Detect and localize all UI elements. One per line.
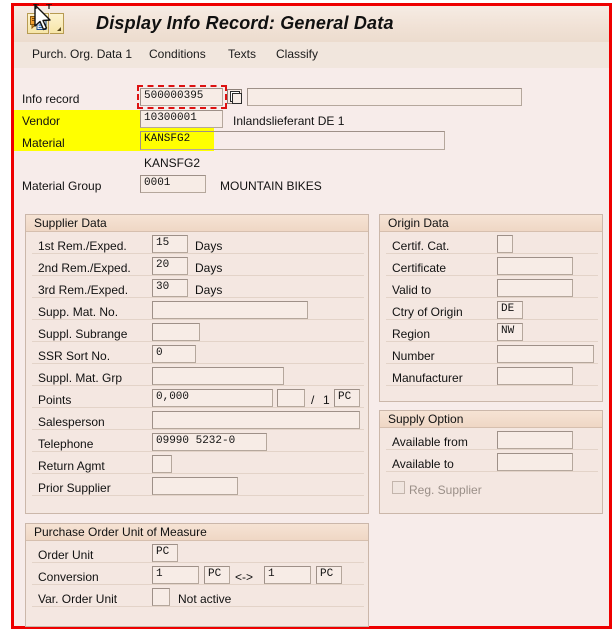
- region-label: Region: [392, 327, 431, 341]
- supplier-material-group-input[interactable]: [152, 367, 284, 385]
- material-group-label: Material Group: [22, 179, 102, 193]
- vendor-input[interactable]: 10300001: [140, 110, 223, 128]
- regular-supplier-checkbox: [392, 481, 405, 494]
- manufacturer-input[interactable]: [497, 367, 573, 385]
- number-label: Number: [392, 349, 435, 363]
- supplier-data-title: Supplier Data: [26, 215, 368, 232]
- available-to-label: Available to: [392, 457, 454, 471]
- second-reminder-input[interactable]: 20: [152, 257, 188, 275]
- points-unit-input[interactable]: [277, 389, 305, 407]
- ssr-sort-number-label: SSR Sort No.: [38, 349, 111, 363]
- toolbar-item-conditions[interactable]: Conditions: [149, 47, 206, 61]
- toolbar-item-texts[interactable]: Texts: [228, 47, 256, 61]
- conversion-denominator-input[interactable]: 1: [264, 566, 311, 584]
- material-group-description: MOUNTAIN BIKES: [220, 179, 322, 193]
- certificate-input[interactable]: [497, 257, 573, 275]
- page-title: Display Info Record: General Data: [96, 13, 394, 33]
- supplier-material-number-label: Supp. Mat. No.: [38, 305, 119, 319]
- telephone-input[interactable]: 09990 5232-0: [152, 433, 267, 451]
- conversion-numerator-uom-input[interactable]: PC: [204, 566, 230, 584]
- third-reminder-unit: Days: [195, 283, 223, 297]
- toolbar-item-classify[interactable]: Classify: [276, 47, 318, 61]
- variable-order-unit-input[interactable]: [152, 588, 170, 606]
- points-input[interactable]: 0,000: [152, 389, 273, 407]
- first-reminder-unit: Days: [195, 239, 223, 253]
- ssr-sort-number-input[interactable]: 0: [152, 345, 196, 363]
- first-reminder-label: 1st Rem./Exped.: [38, 239, 127, 253]
- variable-order-unit-status: Not active: [178, 592, 232, 606]
- po-unit-of-measure-group: Purchase Order Unit of Measure Order Uni…: [25, 523, 369, 627]
- info-record-label: Info record: [22, 92, 80, 106]
- certificate-label: Certificate: [392, 261, 447, 275]
- supplier-subrange-input[interactable]: [152, 323, 200, 341]
- conversion-numerator-input[interactable]: 1: [152, 566, 199, 584]
- prior-supplier-label: Prior Supplier: [38, 481, 111, 495]
- available-from-input[interactable]: [497, 431, 573, 449]
- supplier-material-group-label: Suppl. Mat. Grp: [38, 371, 123, 385]
- country-of-origin-label: Ctry of Origin: [392, 305, 463, 319]
- supply-option-title: Supply Option: [380, 411, 602, 428]
- order-unit-label: Order Unit: [38, 548, 94, 562]
- conversion-denominator-uom-input[interactable]: PC: [316, 566, 342, 584]
- salesperson-input[interactable]: [152, 411, 360, 429]
- material-input[interactable]: KANSFG2: [140, 131, 445, 150]
- regular-supplier-label: Reg. Supplier: [409, 483, 482, 497]
- number-input[interactable]: [497, 345, 594, 363]
- second-reminder-label: 2nd Rem./Exped.: [38, 261, 131, 275]
- points-uom-input[interactable]: PC: [334, 389, 360, 407]
- toolbar-item-purch-org-data-1[interactable]: Purch. Org. Data 1: [32, 47, 132, 61]
- country-of-origin-input[interactable]: DE: [497, 301, 523, 319]
- matchcode-glyph-front: [232, 93, 242, 104]
- valid-to-input[interactable]: [497, 279, 573, 297]
- conversion-label: Conversion: [38, 570, 99, 584]
- first-reminder-input[interactable]: 15: [152, 235, 188, 253]
- vendor-description: Inlandslieferant DE 1: [233, 114, 345, 128]
- supply-option-group: Supply Option Available from Available t…: [379, 410, 603, 514]
- points-denominator: 1: [323, 393, 330, 407]
- matchcode-icon[interactable]: [227, 89, 242, 104]
- variable-order-unit-label: Var. Order Unit: [38, 592, 118, 606]
- vendor-label: Vendor: [22, 114, 61, 128]
- available-from-label: Available from: [392, 435, 468, 449]
- info-record-input[interactable]: 500000395: [140, 88, 223, 106]
- material-group-input[interactable]: 0001: [140, 175, 206, 193]
- valid-to-label: Valid to: [392, 283, 432, 297]
- supplier-material-number-input[interactable]: [152, 301, 308, 319]
- order-unit-input[interactable]: PC: [152, 544, 178, 562]
- mouse-cursor: [33, 4, 52, 31]
- info-record-description[interactable]: [247, 88, 522, 106]
- return-agreement-input[interactable]: [152, 455, 172, 473]
- telephone-label: Telephone: [38, 437, 94, 451]
- salesperson-label: Salesperson: [38, 415, 105, 429]
- supplier-data-group: Supplier Data 1st Rem./Exped. 15 Days 2n…: [25, 214, 369, 514]
- points-label: Points: [38, 393, 72, 407]
- material-description: KANSFG2: [144, 156, 201, 170]
- conversion-operator: <->: [235, 570, 254, 584]
- third-reminder-input[interactable]: 30: [152, 279, 188, 297]
- title-bar: Display Info Record: General Data: [14, 6, 609, 43]
- manufacturer-label: Manufacturer: [392, 371, 463, 385]
- certificate-category-label: Certif. Cat.: [392, 239, 450, 253]
- supplier-subrange-label: Suppl. Subrange: [38, 327, 128, 341]
- region-input[interactable]: NW: [497, 323, 523, 341]
- points-separator: /: [311, 393, 315, 407]
- screenshot-frame: Display Info Record: General Data Purch.…: [11, 3, 612, 629]
- application-toolbar: Purch. Org. Data 1 Conditions Texts Clas…: [14, 42, 609, 69]
- available-to-input[interactable]: [497, 453, 573, 471]
- origin-data-group: Origin Data Certif. Cat. Certificate Val…: [379, 214, 603, 402]
- certificate-category-input[interactable]: [497, 235, 513, 253]
- origin-data-title: Origin Data: [380, 215, 602, 232]
- return-agreement-label: Return Agmt: [38, 459, 105, 473]
- screen-canvas: Info record 500000395 Vendor 10300001 In…: [14, 68, 609, 627]
- po-unit-of-measure-title: Purchase Order Unit of Measure: [26, 524, 368, 541]
- material-label: Material: [22, 136, 65, 150]
- third-reminder-label: 3rd Rem./Exped.: [38, 283, 129, 297]
- second-reminder-unit: Days: [195, 261, 223, 275]
- prior-supplier-input[interactable]: [152, 477, 238, 495]
